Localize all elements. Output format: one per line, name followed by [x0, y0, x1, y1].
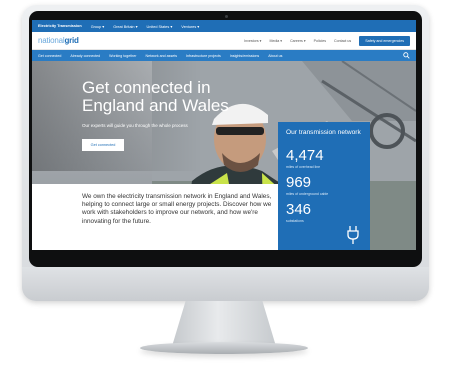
hero-subline: Our experts will guide you through the w… — [82, 123, 188, 128]
intro-text: We own the electricity transmission netw… — [82, 193, 272, 225]
nav-item-already-connected[interactable]: Already connected — [70, 54, 100, 58]
stat-underground-cable-caption: miles of underground cable — [286, 192, 329, 196]
main-header: nationalgrid Investors ▾ Media ▾ Careers… — [32, 32, 416, 50]
topbar-item-great-britain[interactable]: Great Britain ▾ — [113, 24, 137, 29]
stat-overhead-line-value: 4,474 — [286, 147, 324, 164]
website-screen: Electricity Transmission Group ▾ Great B… — [32, 20, 416, 250]
logo-text-national: national — [38, 36, 65, 45]
utility-link-contact[interactable]: Contact us — [334, 39, 351, 43]
topbar-item-group[interactable]: Group ▾ — [91, 24, 105, 29]
national-grid-logo[interactable]: nationalgrid — [38, 36, 79, 45]
logo-text-grid: grid — [64, 36, 79, 45]
topbar-item-electricity-transmission[interactable]: Electricity Transmission — [38, 24, 82, 28]
intro-section: We own the electricity transmission netw… — [32, 184, 282, 250]
transmission-stats-card: Our transmission network 4,474 miles of … — [278, 122, 370, 250]
utility-link-policies[interactable]: Policies — [314, 39, 326, 43]
topbar-item-ventures[interactable]: Ventures ▾ — [181, 24, 199, 29]
hero-headline: Get connected in England and Wales — [82, 78, 229, 115]
monitor-chin — [22, 267, 429, 301]
nav-item-get-connected[interactable]: Get connected — [38, 54, 61, 58]
stats-title: Our transmission network — [286, 129, 361, 136]
stat-substations-caption: substations — [286, 219, 304, 223]
nav-item-about[interactable]: About us — [268, 54, 282, 58]
monitor-stand-base — [140, 342, 308, 354]
utility-link-careers[interactable]: Careers ▾ — [290, 39, 306, 43]
stat-overhead-line-caption: miles of overhead line — [286, 165, 321, 169]
get-connected-button[interactable]: Get connected — [82, 139, 124, 151]
hero-banner: Get connected in England and Wales Our e… — [32, 61, 416, 250]
top-bar: Electricity Transmission Group ▾ Great B… — [32, 20, 416, 32]
nav-item-infrastructure[interactable]: Infrastructure projects — [186, 54, 221, 58]
nav-item-working-together[interactable]: Working together — [109, 54, 136, 58]
plug-icon — [347, 226, 359, 244]
stat-underground-cable-value: 969 — [286, 174, 312, 191]
stat-substations-value: 346 — [286, 201, 312, 218]
safety-emergencies-button[interactable]: Safety and emergencies — [359, 35, 410, 46]
utility-links: Investors ▾ Media ▾ Careers ▾ Policies C… — [244, 35, 410, 46]
nav-item-network-assets[interactable]: Network and assets — [145, 54, 177, 58]
utility-link-investors[interactable]: Investors ▾ — [244, 39, 261, 43]
camera-icon — [225, 15, 228, 18]
nav-item-insights[interactable]: Insights/emissions — [230, 54, 259, 58]
topbar-item-united-states[interactable]: United States ▾ — [146, 24, 172, 29]
utility-link-media[interactable]: Media ▾ — [269, 39, 282, 43]
search-icon[interactable] — [403, 52, 410, 60]
